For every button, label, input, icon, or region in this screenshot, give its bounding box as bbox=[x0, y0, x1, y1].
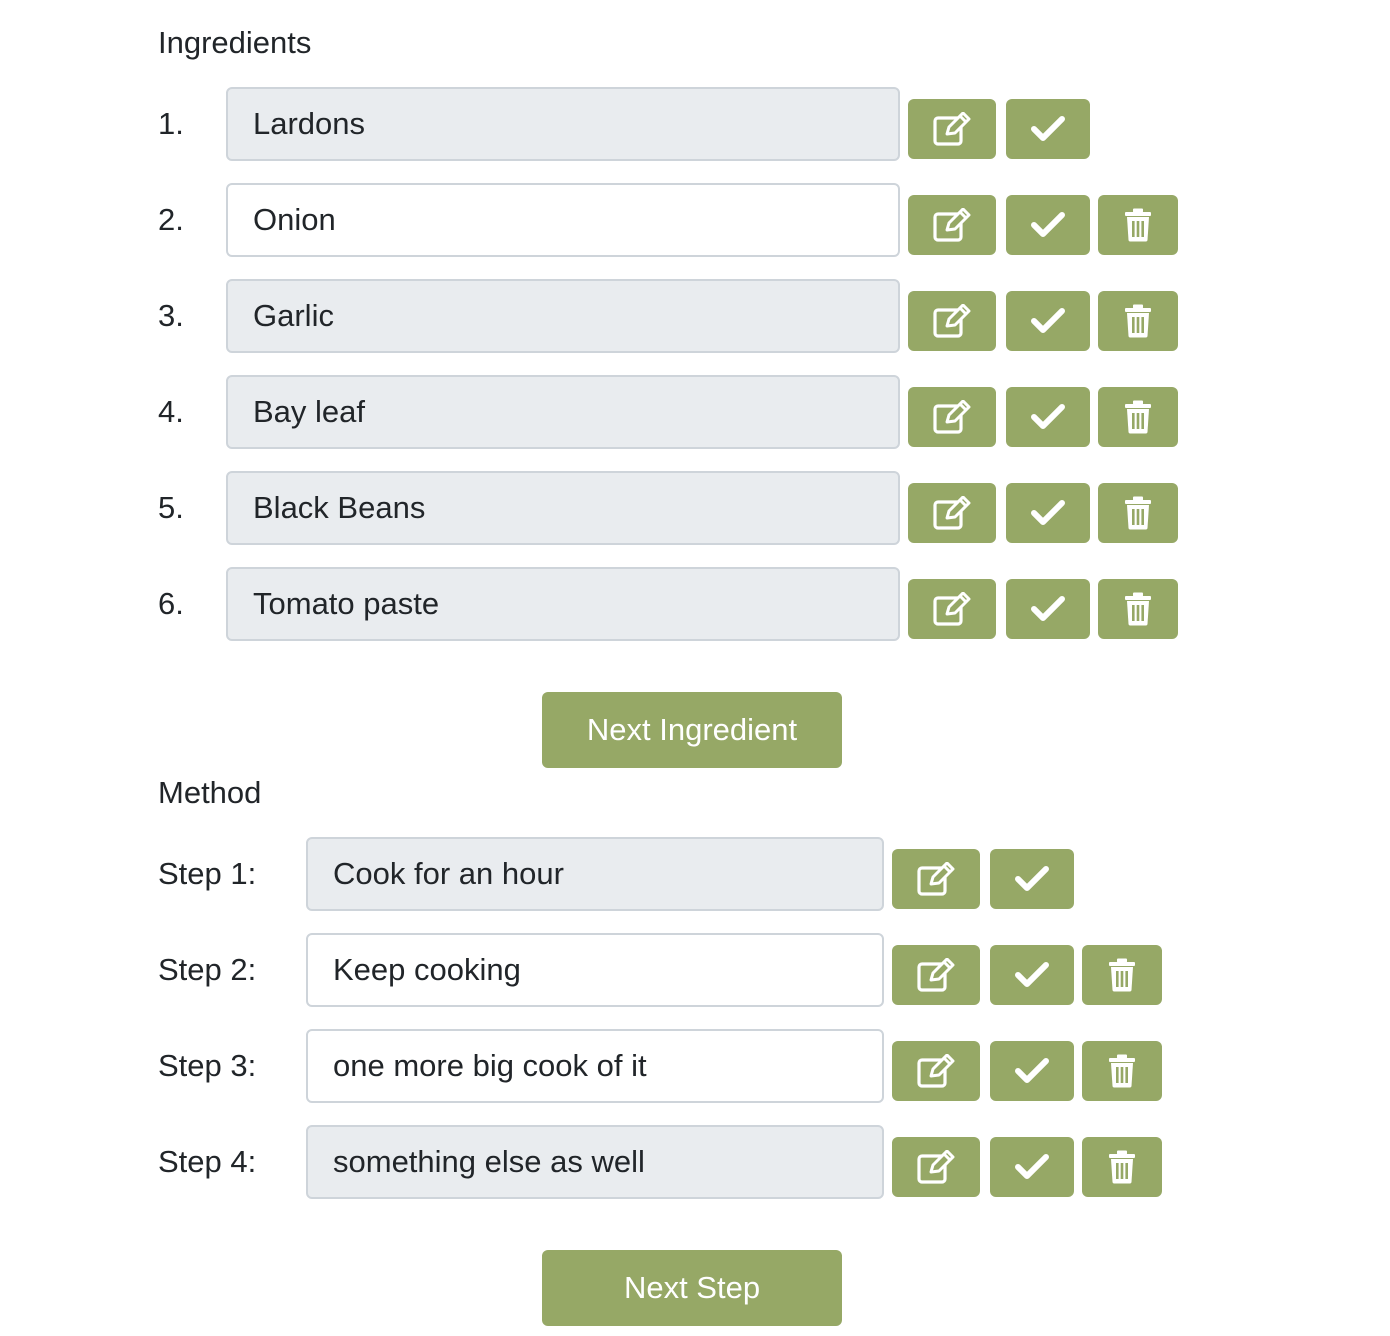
ingredient-input[interactable] bbox=[226, 279, 900, 353]
ingredient-input[interactable] bbox=[226, 183, 900, 257]
step-input[interactable] bbox=[306, 1125, 884, 1199]
edit-icon bbox=[917, 862, 955, 896]
step-input[interactable] bbox=[306, 1029, 884, 1103]
ingredient-edit-button[interactable] bbox=[908, 387, 996, 447]
ingredient-edit-button[interactable] bbox=[908, 195, 996, 255]
ingredient-number-label: 3. bbox=[158, 298, 184, 333]
ingredient-confirm-button[interactable] bbox=[1006, 195, 1090, 255]
ingredient-edit-button[interactable] bbox=[908, 579, 996, 639]
trash-icon bbox=[1125, 208, 1151, 242]
edit-icon bbox=[917, 1054, 955, 1088]
step-edit-button[interactable] bbox=[892, 1137, 980, 1197]
ingredient-number-label: 1. bbox=[158, 106, 184, 141]
step-delete-button[interactable] bbox=[1082, 1041, 1162, 1101]
edit-icon bbox=[933, 496, 971, 530]
check-icon bbox=[1031, 308, 1065, 333]
ingredient-edit-button[interactable] bbox=[908, 99, 996, 159]
step-number-label: Step 3: bbox=[158, 1048, 257, 1083]
edit-icon bbox=[933, 592, 971, 626]
ingredient-input[interactable] bbox=[226, 87, 900, 161]
ingredient-confirm-button[interactable] bbox=[1006, 291, 1090, 351]
trash-icon bbox=[1125, 496, 1151, 530]
check-icon bbox=[1015, 866, 1049, 891]
edit-icon bbox=[933, 304, 971, 338]
step-delete-button[interactable] bbox=[1082, 945, 1162, 1005]
ingredient-delete-button[interactable] bbox=[1098, 387, 1178, 447]
method-heading: Method bbox=[158, 775, 262, 810]
ingredient-number-label: 6. bbox=[158, 586, 184, 621]
trash-icon bbox=[1109, 1150, 1135, 1184]
step-edit-button[interactable] bbox=[892, 945, 980, 1005]
step-confirm-button[interactable] bbox=[990, 849, 1074, 909]
ingredient-edit-button[interactable] bbox=[908, 291, 996, 351]
trash-icon bbox=[1125, 304, 1151, 338]
ingredient-number-label: 4. bbox=[158, 394, 184, 429]
check-icon bbox=[1015, 1058, 1049, 1083]
ingredient-number-label: 2. bbox=[158, 202, 184, 237]
step-confirm-button[interactable] bbox=[990, 1137, 1074, 1197]
trash-icon bbox=[1125, 592, 1151, 626]
ingredient-delete-button[interactable] bbox=[1098, 483, 1178, 543]
next-step-button[interactable]: Next Step bbox=[542, 1250, 842, 1326]
ingredient-confirm-button[interactable] bbox=[1006, 483, 1090, 543]
ingredient-delete-button[interactable] bbox=[1098, 579, 1178, 639]
check-icon bbox=[1031, 596, 1065, 621]
edit-icon bbox=[933, 400, 971, 434]
step-edit-button[interactable] bbox=[892, 849, 980, 909]
ingredients-heading: Ingredients bbox=[158, 25, 312, 60]
trash-icon bbox=[1109, 958, 1135, 992]
step-edit-button[interactable] bbox=[892, 1041, 980, 1101]
edit-icon bbox=[917, 958, 955, 992]
check-icon bbox=[1031, 212, 1065, 237]
ingredient-delete-button[interactable] bbox=[1098, 291, 1178, 351]
check-icon bbox=[1015, 1154, 1049, 1179]
step-confirm-button[interactable] bbox=[990, 945, 1074, 1005]
check-icon bbox=[1031, 500, 1065, 525]
step-number-label: Step 1: bbox=[158, 856, 257, 891]
step-number-label: Step 2: bbox=[158, 952, 257, 987]
edit-icon bbox=[933, 112, 971, 146]
trash-icon bbox=[1125, 400, 1151, 434]
step-input[interactable] bbox=[306, 837, 884, 911]
ingredient-edit-button[interactable] bbox=[908, 483, 996, 543]
ingredient-input[interactable] bbox=[226, 375, 900, 449]
ingredient-delete-button[interactable] bbox=[1098, 195, 1178, 255]
ingredient-confirm-button[interactable] bbox=[1006, 387, 1090, 447]
check-icon bbox=[1031, 404, 1065, 429]
ingredient-input[interactable] bbox=[226, 567, 900, 641]
edit-icon bbox=[933, 208, 971, 242]
ingredient-input[interactable] bbox=[226, 471, 900, 545]
ingredient-confirm-button[interactable] bbox=[1006, 579, 1090, 639]
step-confirm-button[interactable] bbox=[990, 1041, 1074, 1101]
step-input[interactable] bbox=[306, 933, 884, 1007]
edit-icon bbox=[917, 1150, 955, 1184]
step-number-label: Step 4: bbox=[158, 1144, 257, 1179]
trash-icon bbox=[1109, 1054, 1135, 1088]
step-delete-button[interactable] bbox=[1082, 1137, 1162, 1197]
next-ingredient-button[interactable]: Next Ingredient bbox=[542, 692, 842, 768]
ingredient-number-label: 5. bbox=[158, 490, 184, 525]
check-icon bbox=[1015, 962, 1049, 987]
check-icon bbox=[1031, 116, 1065, 141]
ingredient-confirm-button[interactable] bbox=[1006, 99, 1090, 159]
